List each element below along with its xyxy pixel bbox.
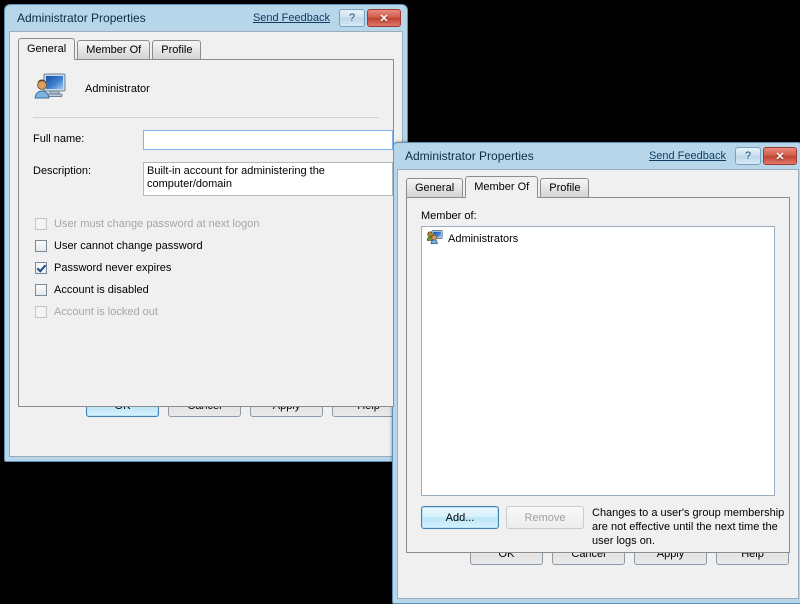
member-of-label: Member of: xyxy=(421,210,477,222)
checkbox-label-must-change-password: User must change password at next logon xyxy=(54,217,260,230)
checkbox-label-cannot-change-password: User cannot change password xyxy=(54,239,203,252)
window-title: Administrator Properties xyxy=(17,11,146,25)
checkbox-label-password-never-expires: Password never expires xyxy=(54,261,172,274)
tab-strip[interactable]: General Member Of Profile xyxy=(10,38,402,60)
window-client-area: General Member Of Profile Administrator … xyxy=(9,31,405,457)
description-label: Description: xyxy=(33,165,92,177)
checkbox-account-locked-out[interactable] xyxy=(35,305,47,318)
checkbox-label-account-locked-out: Account is locked out xyxy=(54,305,158,318)
tab-profile[interactable]: Profile xyxy=(540,178,590,197)
title-bar[interactable]: Administrator Properties Send Feedback ?… xyxy=(9,5,403,31)
checkbox-label-account-disabled: Account is disabled xyxy=(54,283,149,296)
user-header: Administrator xyxy=(19,60,393,105)
tab-member-of[interactable]: Member Of xyxy=(465,176,539,198)
group-membership-note: Changes to a user's group membership are… xyxy=(592,507,785,547)
checkbox-row-must-change-password[interactable]: User must change password at next logon xyxy=(35,214,393,233)
tab-member-of[interactable]: Member Of xyxy=(77,40,151,59)
user-name-label: Administrator xyxy=(85,82,150,95)
full-name-label: Full name: xyxy=(33,133,85,145)
checkbox-account-disabled[interactable] xyxy=(35,283,47,296)
group-icon xyxy=(426,230,443,247)
close-icon[interactable]: ✕ xyxy=(763,147,797,165)
checkbox-cannot-change-password[interactable] xyxy=(35,239,47,252)
remove-button[interactable]: Remove xyxy=(506,506,584,529)
administrator-properties-general-window[interactable]: Administrator Properties Send Feedback ?… xyxy=(4,4,408,462)
description-row: Description: Built-in account for admini… xyxy=(33,162,393,196)
title-bar[interactable]: Administrator Properties Send Feedback ?… xyxy=(397,143,799,169)
desktop: Administrator Properties Send Feedback ?… xyxy=(0,0,800,604)
checkbox-row-password-never-expires[interactable]: Password never expires xyxy=(35,258,393,277)
divider xyxy=(33,117,379,118)
user-account-icon xyxy=(33,72,67,105)
list-item[interactable]: Administrators xyxy=(422,227,774,247)
tab-profile[interactable]: Profile xyxy=(152,40,202,59)
tab-strip[interactable]: General Member Of Profile xyxy=(398,176,798,198)
tab-general[interactable]: General xyxy=(406,178,464,197)
tab-page-general: Administrator Full name: Description: Bu… xyxy=(18,59,394,407)
checkbox-row-account-disabled[interactable]: Account is disabled xyxy=(35,280,393,299)
account-options-group: User must change password at next logon … xyxy=(35,214,393,321)
checkbox-password-never-expires[interactable] xyxy=(35,261,47,274)
close-icon[interactable]: ✕ xyxy=(367,9,401,27)
description-input[interactable]: Built-in account for administering the c… xyxy=(143,162,393,196)
help-icon[interactable]: ? xyxy=(339,9,365,27)
help-icon[interactable]: ? xyxy=(735,147,761,165)
list-item-label: Administrators xyxy=(448,232,519,245)
full-name-row: Full name: xyxy=(33,130,393,150)
send-feedback-link[interactable]: Send Feedback xyxy=(253,12,330,24)
member-of-listbox[interactable]: Administrators xyxy=(421,226,775,496)
window-title: Administrator Properties xyxy=(405,149,534,163)
tab-page-member-of: Member of: Administrators Add... Remove … xyxy=(406,197,790,553)
member-of-actions: Add... Remove Changes to a user's group … xyxy=(421,506,789,548)
administrator-properties-memberof-window[interactable]: Administrator Properties Send Feedback ?… xyxy=(392,142,800,604)
checkbox-row-account-locked-out[interactable]: Account is locked out xyxy=(35,302,393,321)
full-name-input[interactable] xyxy=(143,130,393,150)
send-feedback-link[interactable]: Send Feedback xyxy=(649,150,726,162)
window-client-area: General Member Of Profile Member of: Adm… xyxy=(397,169,799,599)
tab-general[interactable]: General xyxy=(18,38,76,60)
add-button[interactable]: Add... xyxy=(421,506,499,529)
checkbox-must-change-password[interactable] xyxy=(35,217,47,230)
checkbox-row-cannot-change-password[interactable]: User cannot change password xyxy=(35,236,393,255)
